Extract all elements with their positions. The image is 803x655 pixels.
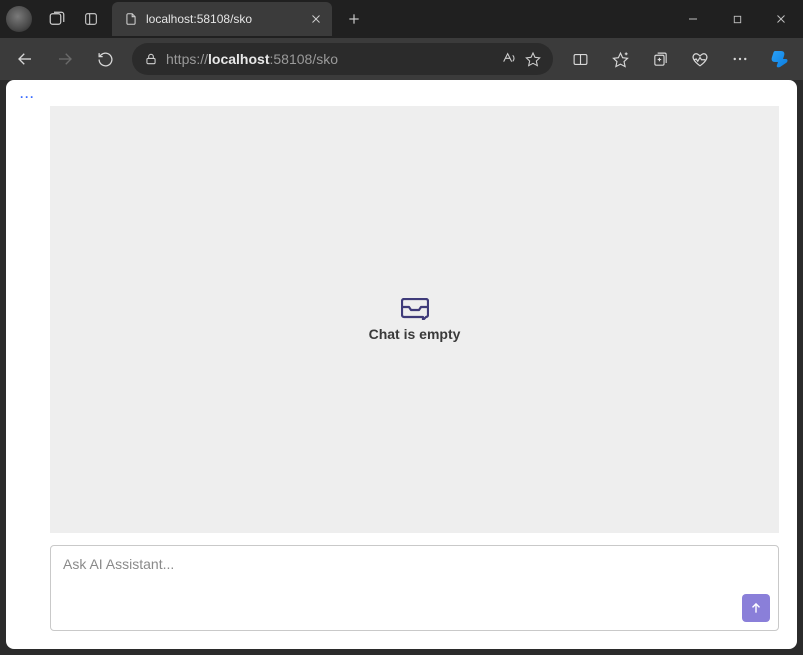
browser-tab[interactable]: localhost:58108/sko [112, 2, 332, 36]
forward-button [46, 41, 84, 77]
page-viewport: ··· Chat is empty [6, 80, 797, 649]
browser-title-bar: localhost:58108/sko [0, 0, 803, 38]
favorites-icon[interactable] [601, 41, 639, 77]
collections-icon[interactable] [641, 41, 679, 77]
tab-actions-icon[interactable] [74, 0, 108, 38]
address-bar[interactable]: https://localhost:58108/sko [132, 43, 553, 75]
url-host: localhost [208, 51, 269, 67]
browser-toolbar: https://localhost:58108/sko [0, 38, 803, 80]
workspaces-icon[interactable] [40, 0, 74, 38]
back-button[interactable] [6, 41, 44, 77]
send-button[interactable] [742, 594, 770, 622]
chat-composer [50, 545, 779, 631]
read-aloud-icon[interactable] [501, 51, 517, 67]
split-screen-icon[interactable] [561, 41, 599, 77]
url-path: :58108/sko [270, 51, 339, 67]
close-tab-icon[interactable] [310, 13, 322, 25]
url-text: https://localhost:58108/sko [166, 51, 493, 67]
empty-inbox-icon [401, 298, 429, 320]
tab-title: localhost:58108/sko [146, 12, 252, 26]
page-file-icon [124, 12, 138, 26]
refresh-button[interactable] [86, 41, 124, 77]
favorite-star-icon[interactable] [525, 51, 541, 67]
chat-input[interactable] [63, 556, 766, 620]
profile-avatar[interactable] [6, 6, 32, 32]
chat-history-pane: Chat is empty [50, 106, 779, 533]
window-maximize-button[interactable] [715, 0, 759, 38]
site-info-lock-icon[interactable] [144, 52, 158, 66]
browser-essentials-icon[interactable] [681, 41, 719, 77]
empty-state-text: Chat is empty [369, 326, 461, 342]
window-close-button[interactable] [759, 0, 803, 38]
window-minimize-button[interactable] [671, 0, 715, 38]
settings-more-icon[interactable] [721, 41, 759, 77]
copilot-button[interactable] [763, 42, 797, 76]
url-scheme: https:// [166, 51, 208, 67]
page-more-menu[interactable]: ··· [14, 88, 41, 106]
new-tab-button[interactable] [338, 3, 370, 35]
